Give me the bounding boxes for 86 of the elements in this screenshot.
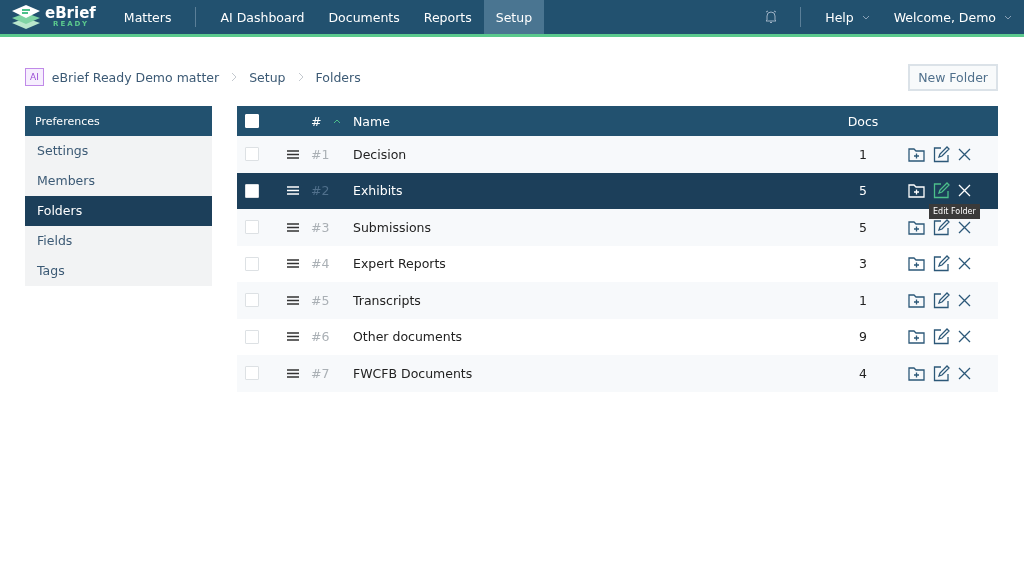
doc-count: 1 (858, 146, 868, 162)
drag-handle-icon[interactable] (287, 149, 299, 159)
row-checkbox[interactable] (245, 183, 259, 198)
drag-handle-icon[interactable] (287, 259, 299, 269)
folder-plus-icon[interactable] (908, 365, 925, 381)
edit-icon[interactable] (933, 328, 950, 346)
breadcrumb-link[interactable]: Folders (315, 69, 361, 85)
folder-plus-icon[interactable] (908, 256, 925, 272)
breadcrumb-link[interactable]: Setup (249, 69, 286, 85)
matter-badge: AI (25, 68, 44, 86)
sidebar-item[interactable]: Members (25, 166, 212, 196)
nav-tab[interactable]: Matters (111, 0, 184, 34)
chevron-icon (231, 72, 238, 82)
close-icon[interactable] (958, 220, 971, 234)
folder-name: Exhibits (353, 183, 404, 199)
edit-icon[interactable] (933, 255, 950, 273)
folder-number: #6 (311, 329, 331, 345)
nav-tab[interactable]: Reports (411, 0, 484, 34)
sidebar-item[interactable]: Tags (25, 256, 212, 286)
folder-number: #4 (311, 256, 331, 272)
drag-handle-icon[interactable] (287, 332, 299, 342)
sidebar-header: Preferences (25, 106, 212, 136)
column-header[interactable]: Docs (828, 113, 898, 129)
folder-name: Other documents (353, 329, 464, 345)
menu-dropdown[interactable]: Help (813, 9, 882, 25)
row-checkbox[interactable] (245, 147, 259, 162)
column-header[interactable]: Name (353, 113, 828, 129)
folder-name: Expert Reports (353, 256, 447, 272)
breadcrumb-link[interactable]: eBrief Ready Demo matter (51, 69, 220, 85)
folder-number: #7 (311, 365, 331, 381)
folder-name: FWCFB Documents (353, 365, 474, 381)
close-icon[interactable] (958, 330, 971, 344)
row-checkbox[interactable] (245, 293, 259, 308)
chevron-icon (297, 72, 304, 82)
row-checkbox[interactable] (245, 256, 259, 271)
folder-name: Decision (353, 146, 408, 162)
column-header[interactable]: # (311, 113, 322, 129)
close-icon[interactable] (958, 147, 971, 161)
close-icon[interactable] (958, 257, 971, 271)
table-row[interactable]: #1 Decision 1 (237, 136, 998, 173)
doc-count: 1 (858, 292, 868, 308)
doc-count: 3 (858, 256, 868, 272)
doc-count: 9 (858, 329, 868, 345)
folder-plus-icon[interactable] (908, 292, 925, 308)
folder-plus-icon[interactable] (908, 146, 925, 162)
row-checkbox[interactable] (245, 329, 259, 344)
row-checkbox[interactable] (245, 220, 259, 235)
edit-icon[interactable] (933, 218, 950, 236)
brand-name: eBrief (45, 6, 96, 21)
close-icon[interactable] (958, 293, 971, 307)
folder-number: #3 (311, 219, 331, 235)
doc-count: 4 (858, 365, 868, 381)
nav-tab[interactable]: Documents (316, 0, 412, 34)
table-row[interactable]: #7 FWCFB Documents 4 (237, 355, 998, 392)
row-checkbox[interactable] (245, 366, 259, 381)
new-folder-button[interactable]: New Folder (908, 63, 998, 91)
folder-name: Transcripts (353, 292, 422, 308)
doc-count: 5 (858, 183, 868, 199)
folder-plus-icon[interactable] (908, 329, 925, 345)
sort-up-icon[interactable] (333, 118, 342, 124)
sidebar-item[interactable]: Fields (25, 226, 212, 256)
nav-tab[interactable]: Setup (483, 0, 545, 34)
tooltip: Edit Folder (929, 204, 980, 220)
folder-plus-icon[interactable] (908, 219, 925, 235)
folder-number: #5 (311, 292, 331, 308)
menu-dropdown[interactable]: Welcome, Demo (881, 9, 1024, 25)
edit-icon[interactable] (933, 145, 950, 163)
edit-icon[interactable] (933, 291, 950, 309)
sidebar-item[interactable]: Folders (25, 196, 212, 226)
folder-name: Submissions (353, 219, 433, 235)
caret-icon (1004, 14, 1012, 20)
sidebar-item[interactable]: Settings (25, 136, 212, 166)
stacked-layers-icon (10, 4, 42, 30)
table-row[interactable]: #5 Transcripts 1 (237, 282, 998, 319)
edit-icon[interactable] (933, 364, 950, 382)
drag-handle-icon[interactable] (287, 368, 299, 378)
folder-number: #1 (311, 146, 331, 162)
close-icon[interactable] (958, 366, 971, 380)
drag-handle-icon[interactable] (287, 295, 299, 305)
select-all-checkbox[interactable] (245, 114, 259, 128)
doc-count: 5 (858, 219, 868, 235)
drag-handle-icon[interactable] (287, 222, 299, 232)
edit-icon[interactable] (933, 182, 950, 200)
caret-icon (861, 14, 870, 20)
bell-icon[interactable] (764, 10, 779, 24)
nav-tab[interactable]: AI Dashboard (208, 0, 317, 34)
